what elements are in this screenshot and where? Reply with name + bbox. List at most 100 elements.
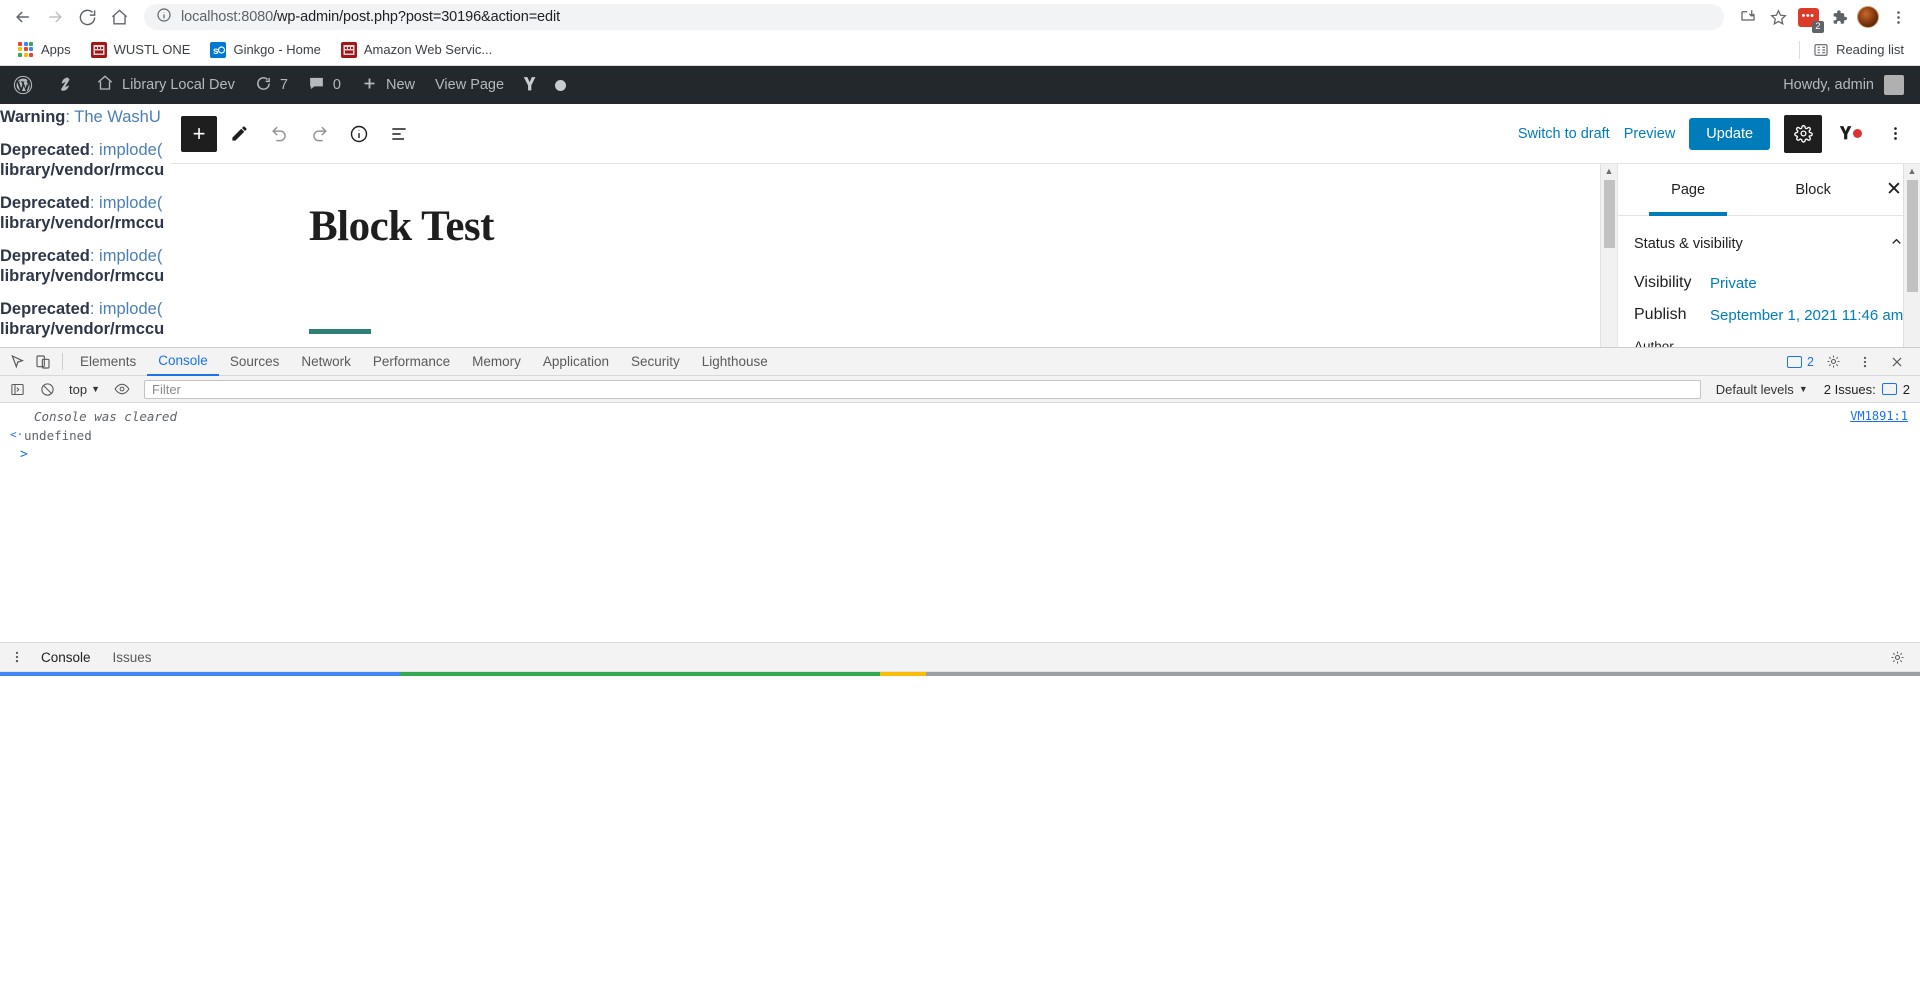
console-source-link[interactable]: VM1891:1 [1850,409,1908,423]
comments-menu[interactable]: 0 [298,66,351,104]
console-prompt-row[interactable]: > [0,445,1920,464]
clear-console-icon[interactable] [34,376,60,402]
eye-live-expression-icon[interactable] [109,376,135,402]
devtools-tab-security[interactable]: Security [620,348,691,376]
chevron-down-icon: ▼ [91,384,100,394]
switch-to-draft-button[interactable]: Switch to draft [1518,126,1610,142]
inspect-element-icon[interactable] [4,349,30,375]
bookmark-star-icon[interactable] [1764,3,1792,31]
list-view-icon[interactable] [381,116,417,152]
php-warn-text: : implode( [89,247,163,266]
tab-page[interactable]: Page [1626,164,1750,216]
drawer-tab-console[interactable]: Console [30,650,102,665]
yoast-logo-icon[interactable]: 𝐘 [1836,124,1866,144]
strip-segment [880,672,926,676]
avatar[interactable] [1854,3,1882,31]
close-x-icon[interactable] [1884,349,1910,375]
puzzle-extension-icon[interactable] [1824,3,1852,31]
omnibox[interactable]: localhost:8080/wp-admin/post.php?post=30… [144,4,1724,30]
details-info-icon[interactable] [341,116,377,152]
update-button[interactable]: Update [1689,117,1771,150]
page-info-icon[interactable] [156,7,172,27]
svg-text:s: s [213,46,219,57]
publish-date-button[interactable]: September 1, 2021 11:46 am [1710,307,1903,324]
reload-icon[interactable] [72,2,102,32]
plus-add-block-icon[interactable]: + [181,115,217,152]
redo-arrow-icon[interactable] [301,116,337,152]
reading-list-button[interactable]: Reading list [1799,40,1910,59]
three-dot-vertical-icon[interactable] [1880,125,1910,142]
devtools-tabbar: Elements Console Sources Network Perform… [0,348,1920,376]
site-name-menu[interactable]: Library Local Dev [86,66,245,104]
status-visibility-section-header[interactable]: Status & visibility [1618,216,1920,267]
bookmark-ginkgo-home[interactable]: s Ginkgo - Home [202,39,328,61]
tab-block[interactable]: Block [1750,164,1876,216]
status-dot-icon[interactable] [545,66,576,104]
pencil-edit-icon[interactable] [221,116,257,152]
console-output[interactable]: Console was cleared VM1891:1 <· undefine… [0,403,1920,642]
yoast-logo-icon[interactable]: 𝐘 [514,66,545,104]
forward-arrow-icon[interactable] [40,2,70,32]
visibility-row[interactable]: Visibility Private [1618,267,1920,299]
devtools-tab-console[interactable]: Console [147,348,219,376]
execute-sidebar-icon[interactable] [4,376,30,402]
undo-arrow-icon[interactable] [261,116,297,152]
kinsta-logo-icon[interactable] [46,66,86,104]
three-dot-vertical-icon[interactable] [4,644,30,670]
devtools-tab-network[interactable]: Network [290,348,362,376]
php-warning-line: Deprecated: implode(library/vendor/rmccu [0,141,171,180]
extension-badge-icon[interactable]: ••• 2 [1794,3,1824,33]
back-arrow-icon[interactable] [8,2,38,32]
scroll-up-arrow-icon[interactable]: ▲ [1908,164,1917,178]
scrollbar-thumb[interactable] [1603,180,1615,248]
log-levels-selector[interactable]: Default levels ▼ [1710,382,1814,397]
bookmark-apps[interactable]: Apps [10,39,79,61]
device-toolbar-icon[interactable] [30,349,56,375]
chevron-up-icon[interactable] [1889,234,1904,253]
devtools-tab-elements[interactable]: Elements [69,348,147,376]
sharepoint-favicon: s [210,41,227,58]
three-dot-menu-icon[interactable] [1884,3,1912,31]
filter-placeholder: Filter [152,381,181,397]
scrollbar-thumb[interactable] [1906,180,1918,292]
devtools-tab-lighthouse[interactable]: Lighthouse [691,348,779,376]
browser-chrome: localhost:8080/wp-admin/post.php?post=30… [0,0,1920,66]
three-dot-vertical-icon[interactable] [1852,349,1878,375]
howdy-label: Howdy, admin [1783,77,1874,93]
message-count-chip[interactable]: 2 [1787,355,1814,369]
view-page-link[interactable]: View Page [425,66,514,104]
devtools-tab-memory[interactable]: Memory [461,348,532,376]
ext-badge-count: 2 [1812,20,1824,33]
page-title[interactable]: Block Test [171,202,1617,251]
visibility-label: Visibility [1634,274,1692,291]
editor-header-actions: Switch to draft Preview Update 𝐘 [1518,114,1910,153]
issues-chip[interactable]: 2 Issues: 2 [1818,382,1916,397]
preview-button[interactable]: Preview [1624,126,1676,142]
updates-menu[interactable]: 7 [245,66,298,104]
devtools-tab-application[interactable]: Application [532,348,620,376]
home-icon[interactable] [104,2,134,32]
drawer-tab-issues[interactable]: Issues [102,650,163,665]
view-page-label: View Page [435,77,505,93]
gear-settings-icon[interactable] [1820,349,1846,375]
bookmark-amazon-web-services[interactable]: Amazon Web Servic... [333,39,500,61]
bookmark-label: WUSTL ONE [113,42,191,57]
devtools-tab-performance[interactable]: Performance [362,348,461,376]
visibility-value-button[interactable]: Private [1710,275,1757,292]
account-menu[interactable]: Howdy, admin [1783,75,1920,95]
console-context-selector[interactable]: top ▼ [64,382,105,397]
new-content-menu[interactable]: New [351,66,425,104]
separator-block[interactable] [309,329,371,334]
devtools-tab-sources[interactable]: Sources [219,348,291,376]
scroll-up-arrow-icon[interactable]: ▲ [1605,164,1614,178]
publish-row[interactable]: Publish September 1, 2021 11:46 am [1618,299,1920,331]
wordpress-logo-icon[interactable] [0,66,46,104]
console-filter-input[interactable]: Filter [144,379,1701,399]
gear-settings-icon[interactable] [1784,114,1823,153]
levels-label: Default levels [1715,381,1794,397]
gear-settings-icon[interactable] [1884,644,1910,670]
install-app-icon[interactable] [1734,3,1762,31]
bookmark-wustl-one[interactable]: WUSTL ONE [83,39,199,61]
php-warn-text: : implode( [89,300,163,319]
new-label: New [385,77,415,93]
